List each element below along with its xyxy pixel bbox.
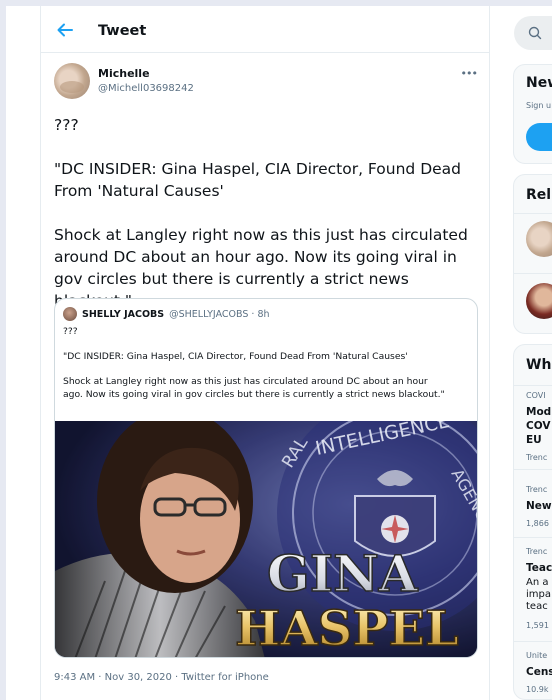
quote-author-handle: @SHELLYJACOBS · 8h [169,308,270,320]
signup-button[interactable] [526,123,552,151]
trend-meta: Trenc [526,485,548,494]
quote-header: SHELLY JACOBS @SHELLYJACOBS · 8h [63,306,270,322]
tweet-header: Tweet [41,6,489,53]
relevant-people-card: Rel [513,174,552,334]
page-title: Tweet [98,23,147,39]
divider [514,213,552,214]
trend-title[interactable]: Cens [526,665,552,679]
right-sidebar: New Sign u Rel Wh COVI Mod COV EU Trenc … [490,6,552,700]
quote-image[interactable]: RAL INTELLIGENCE AGENCY GINA HASPEL [55,421,477,657]
divider [514,385,552,386]
trend-title[interactable]: New [526,499,552,513]
divider [514,641,552,642]
search-input[interactable] [514,16,552,50]
new-card-subtitle: Sign u [526,101,552,110]
author-name[interactable]: Michelle [98,67,150,80]
image-title-gina: GINA [267,544,419,603]
trend-footer: 1,866 [526,519,549,528]
divider [514,273,552,274]
whats-happening-title: Wh [526,357,552,373]
quote-image-graphic: RAL INTELLIGENCE AGENCY GINA HASPEL [55,421,477,657]
quoted-tweet[interactable]: SHELLY JACOBS @SHELLYJACOBS · 8h ??? "DC… [54,298,478,658]
trend-description: An a [526,577,549,588]
relevant-card-title: Rel [526,187,552,203]
trend-meta: Unite [526,651,548,660]
whats-happening-card: Wh COVI Mod COV EU Trenc Trenc New 1,866… [513,344,552,700]
tweet-author: Michelle @Michell03698242 ••• [41,53,489,109]
new-card-title: New [526,75,552,91]
tweet-detail-column: Tweet Michelle @Michell03698242 ••• ??? … [40,6,490,700]
avatar[interactable] [526,221,552,257]
trend-title[interactable]: COV [526,419,550,433]
trend-meta: COVI [526,391,546,400]
quote-author-name: SHELLY JACOBS [82,308,165,320]
search-icon [528,26,542,40]
trend-description: impa [526,589,551,600]
trend-footer: 10.9k [526,685,549,694]
trend-footer: Trenc [526,453,548,462]
trend-footer: 1,591 [526,621,549,630]
divider [514,537,552,538]
trend-meta: Trenc [526,547,548,556]
new-to-twitter-card: New Sign u [513,64,552,164]
quote-text: ??? "DC INSIDER: Gina Haspel, CIA Direct… [63,326,445,400]
divider [514,469,552,470]
tweet-timestamp[interactable]: 9:43 AM · Nov 30, 2020 · Twitter for iPh… [54,672,269,683]
page: Tweet Michelle @Michell03698242 ••• ??? … [6,6,552,700]
more-options-icon[interactable]: ••• [461,67,478,80]
left-nav-strip [6,6,40,700]
trend-title[interactable]: EU [526,433,542,447]
back-arrow-icon[interactable] [55,20,75,40]
tweet-text: ??? "DC INSIDER: Gina Haspel, CIA Direct… [54,116,468,310]
quote-avatar [63,307,77,321]
trend-title[interactable]: Mod [526,405,551,419]
trend-description: teac [526,601,548,612]
avatar[interactable] [54,63,90,99]
image-title-haspel: HASPEL [235,601,459,657]
author-handle[interactable]: @Michell03698242 [98,83,194,94]
avatar[interactable] [526,283,552,319]
trend-title[interactable]: Teac [526,561,552,575]
